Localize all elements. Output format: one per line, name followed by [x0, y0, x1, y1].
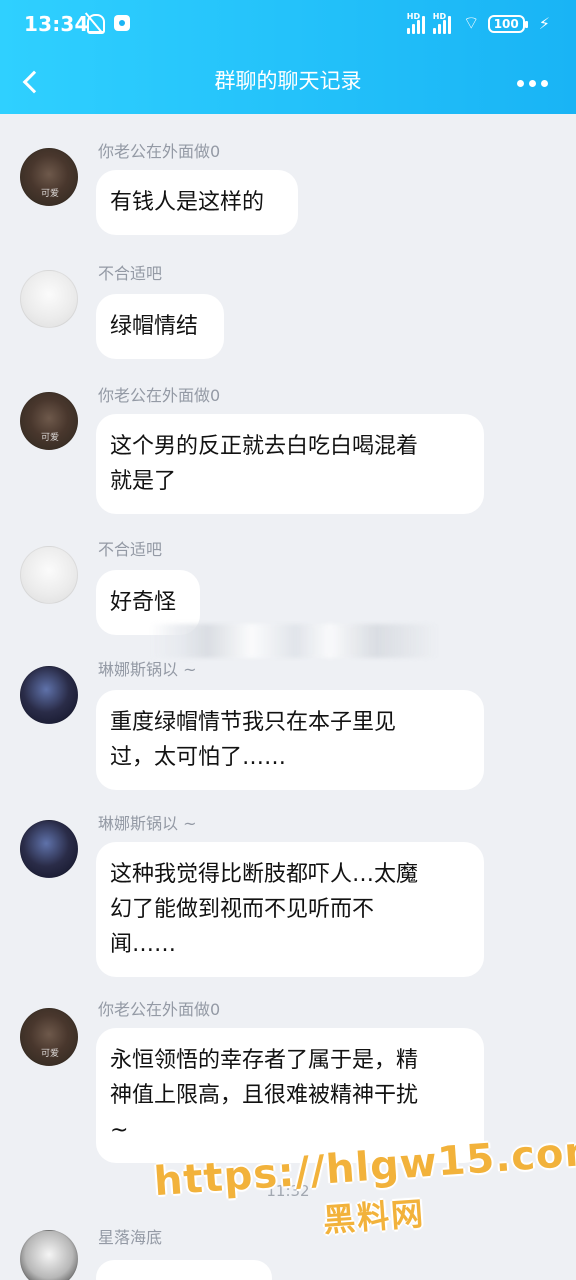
redaction-blur	[150, 624, 440, 658]
message-bubble[interactable]	[96, 1260, 272, 1280]
message-bubble[interactable]: 重度绿帽情节我只在本子里见 过，太可怕了……	[96, 690, 484, 790]
message-bubble[interactable]: 有钱人是这样的	[96, 170, 298, 235]
message-bubble[interactable]: 绿帽情结	[96, 294, 224, 359]
status-left-icons	[84, 12, 130, 34]
avatar[interactable]	[20, 666, 78, 724]
more-dot-icon	[528, 79, 536, 87]
avatar[interactable]: 可爱	[20, 392, 78, 450]
battery-level: 100	[493, 16, 519, 31]
chat-list[interactable]: 可爱 你老公在外面做0 有钱人是这样的 不合适吧 绿帽情结 可爱 你老公在外面做…	[0, 114, 576, 1280]
app-notification-icon	[114, 15, 130, 31]
avatar-label: 可爱	[41, 1049, 60, 1059]
signal-strength-icon: HD	[406, 11, 425, 34]
sender-name: 不合适吧	[98, 540, 163, 559]
signal-strength-icon: HD	[432, 11, 451, 34]
sender-name: 你老公在外面做0	[98, 142, 221, 161]
more-dot-icon	[540, 79, 548, 87]
avatar[interactable]	[20, 1230, 78, 1280]
chat-message: 不合适吧 绿帽情结	[0, 256, 576, 366]
sender-name: 你老公在外面做0	[98, 386, 221, 405]
more-button[interactable]	[510, 68, 554, 98]
watermark-name: 黑料网	[321, 1194, 427, 1240]
avatar[interactable]: 可爱	[20, 148, 78, 206]
title-bar: 群聊的聊天记录	[0, 52, 576, 114]
battery-icon: 100	[487, 14, 528, 33]
bell-off-icon	[84, 12, 105, 34]
message-bubble[interactable]: 这个男的反正就去白吃白喝混着 就是了	[96, 414, 484, 514]
chat-message: 星落海底	[0, 1220, 576, 1280]
status-right-icons: HD HD ⌔ 100 ⚡	[406, 11, 550, 35]
avatar-label: 可爱	[41, 433, 60, 443]
avatar[interactable]	[20, 546, 78, 604]
sender-name: 琳娜斯锅以 ~	[98, 814, 197, 833]
status-time: 13:34	[24, 12, 89, 36]
chat-message: 琳娜斯锅以 ~ 这种我觉得比断肢都吓人…太魔 幻了能做到视而不见听而不 闻……	[0, 806, 576, 980]
avatar-label: 可爱	[41, 189, 60, 199]
avatar[interactable]	[20, 270, 78, 328]
sender-name: 星落海底	[98, 1228, 163, 1247]
hd-label: HD	[406, 11, 421, 21]
sender-name: 你老公在外面做0	[98, 1000, 221, 1019]
message-bubble[interactable]: 这种我觉得比断肢都吓人…太魔 幻了能做到视而不见听而不 闻……	[96, 842, 484, 977]
page-title: 群聊的聊天记录	[214, 69, 362, 93]
more-dot-icon	[516, 79, 524, 87]
avatar[interactable]: 可爱	[20, 1008, 78, 1066]
charging-icon: ⚡	[538, 14, 550, 33]
chat-message: 可爱 你老公在外面做0 这个男的反正就去白吃白喝混着 就是了	[0, 378, 576, 514]
chat-message: 琳娜斯锅以 ~ 重度绿帽情节我只在本子里见 过，太可怕了……	[0, 652, 576, 792]
sender-name: 不合适吧	[98, 264, 163, 283]
wifi-icon: ⌔	[462, 13, 480, 34]
avatar[interactable]	[20, 820, 78, 878]
chat-message: 可爱 你老公在外面做0 有钱人是这样的	[0, 134, 576, 240]
hd-label: HD	[432, 11, 447, 21]
sender-name: 琳娜斯锅以 ~	[98, 660, 197, 679]
status-bar: 13:34 HD HD ⌔ 100 ⚡	[0, 0, 576, 52]
